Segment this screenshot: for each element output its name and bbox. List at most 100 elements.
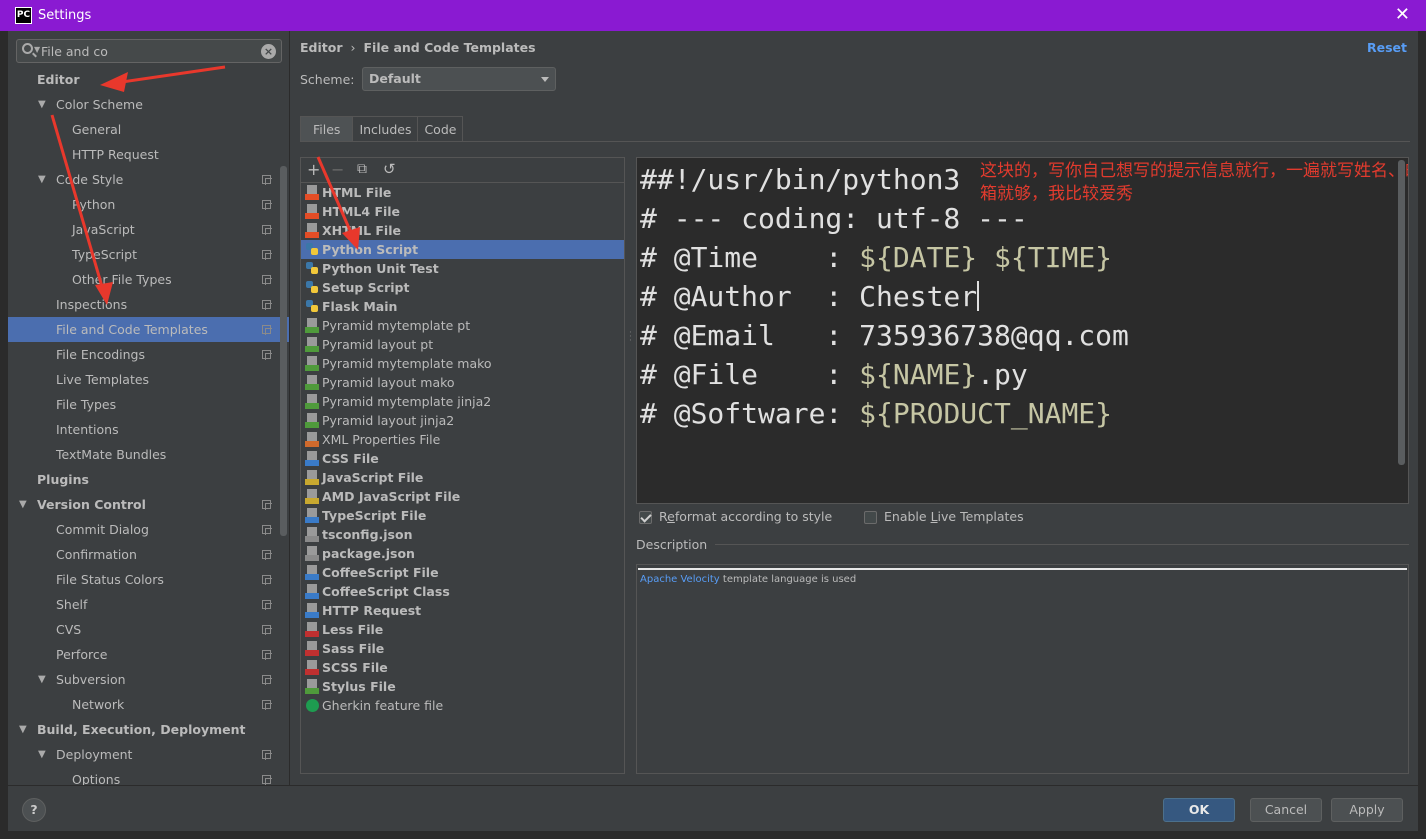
template-list-item[interactable]: Python Script	[301, 240, 624, 259]
tree-item[interactable]: ▼ Build, Execution, Deployment	[8, 717, 289, 742]
file-type-icon	[305, 489, 319, 504]
tree-item[interactable]: Plugins	[8, 467, 289, 492]
tree-item[interactable]: File Types	[8, 392, 289, 417]
template-list-item[interactable]: Pyramid mytemplate mako	[301, 354, 624, 373]
project-scope-icon	[262, 650, 272, 660]
tree-item[interactable]: CVS	[8, 617, 289, 642]
template-list-item[interactable]: Pyramid layout pt	[301, 335, 624, 354]
live-templates-option[interactable]: Enable Live Templates	[864, 507, 1024, 527]
template-list-item[interactable]: HTML4 File	[301, 202, 624, 221]
template-list-item[interactable]: package.json	[301, 544, 624, 563]
cancel-button[interactable]: Cancel	[1250, 798, 1322, 822]
template-list-item[interactable]: Sass File	[301, 639, 624, 658]
template-list-item[interactable]: AMD JavaScript File	[301, 487, 624, 506]
expand-arrow-icon[interactable]: ▼	[38, 667, 46, 692]
file-type-icon	[305, 375, 319, 390]
tree-item[interactable]: Python	[8, 192, 289, 217]
search-input[interactable]	[41, 42, 251, 60]
help-button[interactable]: ?	[22, 798, 46, 822]
apply-button[interactable]: Apply	[1331, 798, 1403, 822]
template-name: tsconfig.json	[322, 527, 413, 542]
expand-arrow-icon[interactable]: ▼	[19, 717, 27, 742]
remove-icon[interactable]: −	[331, 160, 344, 179]
tree-item-label: File Status Colors	[56, 572, 164, 587]
template-list-item[interactable]: Pyramid mytemplate pt	[301, 316, 624, 335]
tree-item[interactable]: Shelf	[8, 592, 289, 617]
tab-files[interactable]: Files	[300, 116, 354, 141]
template-list-item[interactable]: SCSS File	[301, 658, 624, 677]
tree-item[interactable]: File Status Colors	[8, 567, 289, 592]
tree-scrollbar[interactable]	[280, 166, 287, 536]
template-editor[interactable]: ##!/usr/bin/python3 # --- coding: utf-8 -…	[636, 157, 1409, 504]
tree-item[interactable]: File Encodings	[8, 342, 289, 367]
template-list-item[interactable]: Flask Main	[301, 297, 624, 316]
tree-item-label: TextMate Bundles	[56, 447, 167, 462]
expand-arrow-icon[interactable]: ▼	[19, 492, 27, 517]
tree-item[interactable]: Other File Types	[8, 267, 289, 292]
copy-icon[interactable]: ⧉	[357, 161, 367, 177]
tree-item[interactable]: Network	[8, 692, 289, 717]
tab-includes[interactable]: Includes	[352, 116, 419, 141]
template-list-item[interactable]: Python Unit Test	[301, 259, 624, 278]
splitter-handle[interactable]: · · ·	[629, 329, 632, 346]
reset-icon[interactable]: ↺	[383, 160, 396, 178]
tree-item[interactable]: ▼ Color Scheme	[8, 92, 289, 117]
template-list-item[interactable]: HTML File	[301, 183, 624, 202]
tree-item[interactable]: ▼ Code Style	[8, 167, 289, 192]
clear-search-icon[interactable]: ×	[261, 44, 276, 59]
code-line: # @Time : ${DATE} ${TIME}	[640, 241, 1113, 274]
editor-scrollbar[interactable]	[1398, 160, 1405, 465]
template-list-item[interactable]: Pyramid layout jinja2	[301, 411, 624, 430]
template-list-item[interactable]: XML Properties File	[301, 430, 624, 449]
tree-item[interactable]: Editor	[8, 67, 289, 92]
tree-item[interactable]: TextMate Bundles	[8, 442, 289, 467]
template-list-item[interactable]: XHTML File	[301, 221, 624, 240]
tree-item[interactable]: Options	[8, 767, 289, 785]
tree-item[interactable]: File and Code Templates	[8, 317, 289, 342]
breadcrumb-parent[interactable]: Editor	[300, 40, 343, 55]
tree-item[interactable]: Perforce	[8, 642, 289, 667]
velocity-link[interactable]: Apache Velocity	[640, 574, 720, 585]
template-list-item[interactable]: CoffeeScript Class	[301, 582, 624, 601]
template-list-item[interactable]: JavaScript File	[301, 468, 624, 487]
tree-item[interactable]: ▼ Subversion	[8, 667, 289, 692]
template-list-item[interactable]: Gherkin feature file	[301, 696, 624, 715]
description-divider	[715, 544, 1409, 545]
tree-item[interactable]: Live Templates	[8, 367, 289, 392]
tree-item[interactable]: Confirmation	[8, 542, 289, 567]
tree-item[interactable]: Intentions	[8, 417, 289, 442]
tree-item[interactable]: JavaScript	[8, 217, 289, 242]
template-list-item[interactable]: Stylus File	[301, 677, 624, 696]
settings-search[interactable]: ▼ ×	[16, 39, 282, 63]
add-icon[interactable]: +	[307, 160, 320, 179]
template-list-item[interactable]: Setup Script	[301, 278, 624, 297]
reset-link[interactable]: Reset	[1367, 40, 1407, 55]
expand-arrow-icon[interactable]: ▼	[38, 167, 46, 192]
template-list-item[interactable]: TypeScript File	[301, 506, 624, 525]
live-templates-checkbox[interactable]	[864, 510, 877, 524]
tree-item[interactable]: Commit Dialog	[8, 517, 289, 542]
search-options-icon[interactable]: ▼	[34, 45, 40, 54]
scheme-select[interactable]: Default	[362, 67, 556, 91]
template-list-item[interactable]: tsconfig.json	[301, 525, 624, 544]
template-list-item[interactable]: CSS File	[301, 449, 624, 468]
tab-code[interactable]: Code	[417, 116, 464, 141]
tree-item[interactable]: ▼ Deployment	[8, 742, 289, 767]
expand-arrow-icon[interactable]: ▼	[38, 92, 46, 117]
tree-item[interactable]: TypeScript	[8, 242, 289, 267]
tree-item[interactable]: Inspections	[8, 292, 289, 317]
ok-button[interactable]: OK	[1163, 798, 1235, 822]
template-list-item[interactable]: Pyramid mytemplate jinja2	[301, 392, 624, 411]
template-list-item[interactable]: CoffeeScript File	[301, 563, 624, 582]
tree-item[interactable]: ▼ Version Control	[8, 492, 289, 517]
tree-item[interactable]: General	[8, 117, 289, 142]
file-type-icon	[305, 223, 319, 238]
template-list-item[interactable]: Pyramid layout mako	[301, 373, 624, 392]
reformat-checkbox[interactable]	[639, 510, 652, 524]
reformat-option[interactable]: Reformat according to style	[639, 507, 832, 527]
expand-arrow-icon[interactable]: ▼	[38, 742, 46, 767]
template-list-item[interactable]: HTTP Request	[301, 601, 624, 620]
close-icon[interactable]: ✕	[1395, 5, 1410, 25]
tree-item[interactable]: HTTP Request	[8, 142, 289, 167]
template-list-item[interactable]: Less File	[301, 620, 624, 639]
